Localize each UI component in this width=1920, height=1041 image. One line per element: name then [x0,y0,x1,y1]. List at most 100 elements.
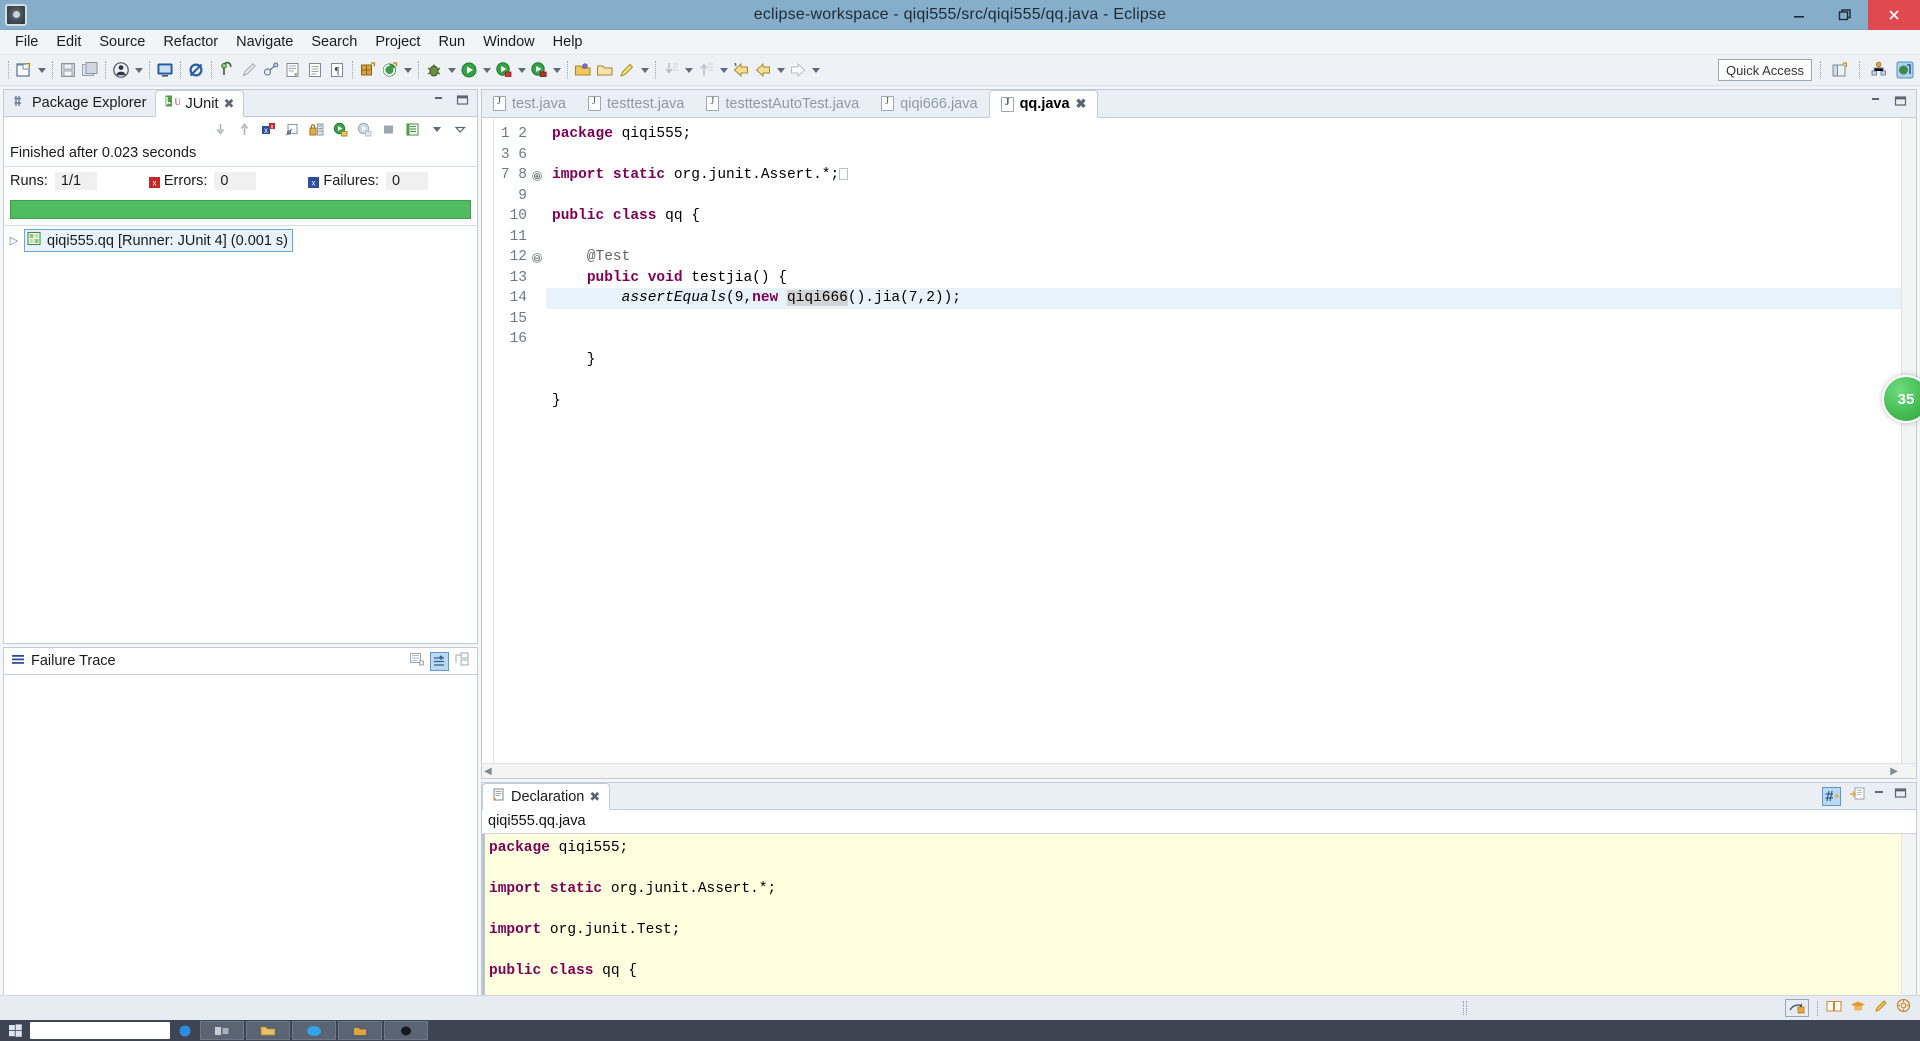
open-perspective-icon[interactable] [1829,58,1851,82]
toggle-link-icon[interactable] [1822,786,1841,806]
editor-tab-qiqi666[interactable]: qiqi666.java [870,90,988,117]
next-annotation-icon[interactable] [660,58,682,82]
previous-dropdown-icon[interactable] [717,58,730,82]
editor-horizontal-scrollbar[interactable]: ◀ ▶ [482,763,1916,778]
menu-help[interactable]: Help [544,30,592,54]
menu-window[interactable]: Window [474,30,544,54]
next-dropdown-icon[interactable] [682,58,695,82]
forward-icon[interactable] [787,58,809,82]
run-coverage-icon[interactable] [493,58,515,82]
tab-junit[interactable]: U JUnit ✖ [155,90,245,117]
open-type-icon[interactable] [282,58,304,82]
smart-insert-icon[interactable] [1785,999,1809,1017]
editor-tab-qq[interactable]: qq.java ✖ [988,90,1099,118]
browser-icon[interactable] [292,1021,336,1040]
coverage-dropdown-icon[interactable] [515,58,528,82]
new-file-icon[interactable] [13,58,35,82]
new-java-package-icon[interactable] [357,58,379,82]
save-icon[interactable] [57,58,79,82]
marker-icon[interactable] [616,58,638,82]
tab-declaration-close-icon[interactable]: ✖ [589,789,600,805]
external-tools-dropdown-icon[interactable] [550,58,563,82]
book-icon[interactable] [1826,999,1842,1018]
rerun-failed-tests-icon[interactable] [354,119,375,140]
compare-result-icon[interactable] [409,651,425,672]
maximize-view-icon[interactable] [456,94,469,112]
open-task-icon[interactable] [304,58,326,82]
explorer-icon[interactable] [246,1021,290,1040]
scroll-right-icon[interactable]: ▶ [1890,766,1898,777]
open-folder-icon[interactable] [572,58,594,82]
editor-source-text[interactable]: package qiqi555; import static org.junit… [546,118,1916,763]
debug-icon[interactable] [423,58,445,82]
declaration-code[interactable]: package qiqi555; import static org.junit… [482,834,1916,1001]
editor-vertical-scrollbar[interactable] [1901,118,1916,763]
forward-dropdown-icon[interactable] [809,58,822,82]
minimize-view-icon[interactable] [433,94,446,112]
settings-icon[interactable] [1896,998,1911,1018]
minimize-view-icon[interactable] [1873,787,1886,805]
tab-junit-close-icon[interactable]: ✖ [224,96,235,112]
show-stack-trace-in-console-icon[interactable] [454,651,470,672]
taskbar-search-input[interactable] [30,1022,170,1039]
toggle-mark-occurrences-icon[interactable] [216,58,238,82]
tree-item-test-class[interactable]: ▷ qiqi555.qq [Runner: JUnit 4] (0.001 s) [4,226,477,255]
java-browsing-perspective-icon[interactable] [1868,58,1890,82]
tab-declaration[interactable]: Declaration ✖ [482,783,611,810]
open-input-icon[interactable] [1849,786,1865,807]
tree-item-selected-wrapper[interactable]: qiqi555.qq [Runner: JUnit 4] (0.001 s) [24,229,293,252]
run-dropdown-icon[interactable] [480,58,493,82]
link-icon[interactable] [260,58,282,82]
java-perspective-icon[interactable] [1894,58,1916,82]
menu-project[interactable]: Project [366,30,429,54]
fold-expand-icon[interactable]: ⊕ [532,171,542,181]
test-history-dropdown-icon[interactable] [426,119,447,140]
new-java-project-icon[interactable] [379,58,401,82]
filter-stack-trace-icon[interactable] [430,651,449,671]
menu-search[interactable]: Search [302,30,366,54]
editor-tab-testtest[interactable]: testtest.java [577,90,695,117]
failure-trace-body[interactable] [4,675,477,1016]
folder-icon[interactable] [338,1021,382,1040]
back-dropdown-icon[interactable] [774,58,787,82]
back-history-icon[interactable] [730,58,752,82]
editor-tab-testtestautotest[interactable]: testtestAutoTest.java [695,90,870,117]
test-history-icon[interactable] [402,119,423,140]
declaration-vertical-scrollbar[interactable] [1901,834,1916,1001]
expand-arrow-icon[interactable]: ▷ [8,234,20,247]
save-all-icon[interactable] [79,58,101,82]
user-icon[interactable] [110,58,132,82]
app-icon[interactable] [384,1021,428,1040]
console-icon[interactable] [154,58,176,82]
marker-dropdown-icon[interactable] [638,58,651,82]
minimize-editor-icon[interactable] [1870,95,1883,113]
fold-collapse-icon[interactable]: ⊖ [532,253,542,263]
editor-tab-qq-close-icon[interactable]: ✖ [1076,96,1087,112]
editor-marker-bar[interactable] [482,118,494,763]
new-project-dropdown-icon[interactable] [401,58,414,82]
junit-test-tree[interactable]: ▷ qiqi555.qq [Runner: JUnit 4] (0.001 s) [4,225,477,643]
maximize-view-icon[interactable] [1894,787,1907,805]
new-dropdown-icon[interactable] [35,58,48,82]
cortana-icon[interactable] [172,1020,198,1041]
graduation-cap-icon[interactable] [1850,999,1866,1018]
next-failure-icon[interactable] [210,119,231,140]
menu-source[interactable]: Source [90,30,154,54]
maximize-editor-icon[interactable] [1894,95,1907,113]
menu-run[interactable]: Run [429,30,474,54]
user-dropdown-icon[interactable] [132,58,145,82]
menu-refactor[interactable]: Refactor [154,30,227,54]
quick-access-input[interactable]: Quick Access [1717,59,1812,81]
menu-edit[interactable]: Edit [47,30,90,54]
previous-failure-icon[interactable] [234,119,255,140]
rerun-test-icon[interactable] [330,119,351,140]
code-editor[interactable]: 1 2 3 6 7 8 9 10 11 12 13 14 15 16 ⊕ ⊖ p… [482,118,1916,763]
pencil-icon[interactable] [1874,999,1888,1018]
editor-tab-test[interactable]: test.java [482,90,577,117]
stop-icon[interactable] [378,119,399,140]
tab-package-explorer[interactable]: Package Explorer [4,90,155,116]
back-icon[interactable] [752,58,774,82]
editor-fold-column[interactable]: ⊕ ⊖ [532,118,546,763]
show-failures-only-icon[interactable]: x x [258,119,279,140]
debug-dropdown-icon[interactable] [445,58,458,82]
